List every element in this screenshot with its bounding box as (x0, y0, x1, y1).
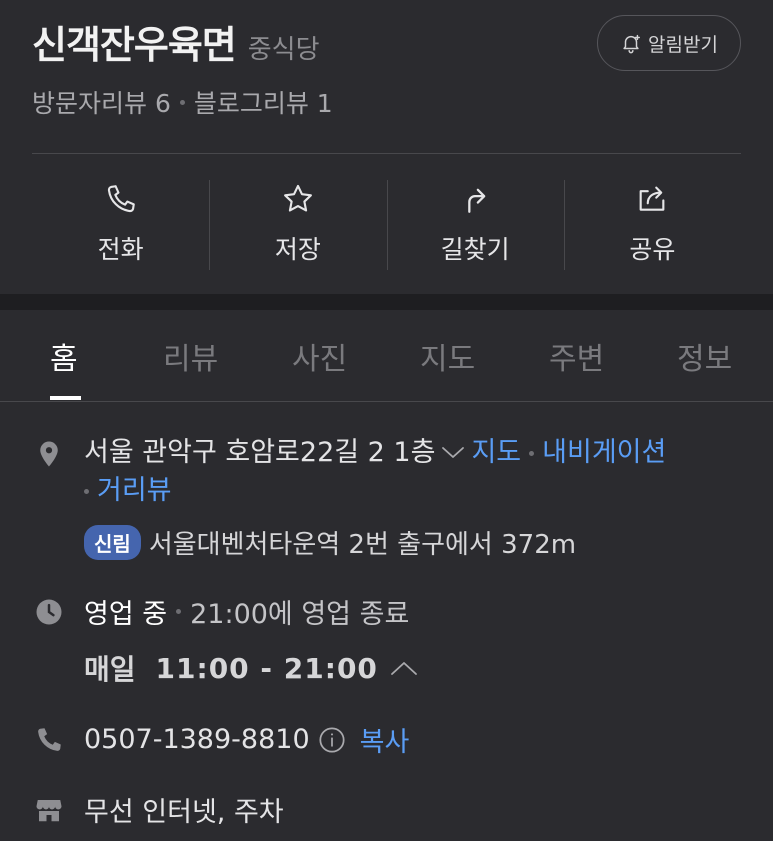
notify-button[interactable]: 알림받기 (597, 15, 741, 71)
title-row: 신객잔우육면 중식당 (32, 14, 320, 69)
share-label: 공유 (629, 235, 676, 264)
address-row: 서울 관악구 호암로22길 2 1층 지도 내비게이션거리뷰 (84, 434, 744, 510)
daily-hours: 매일 11:00 - 21:00 (84, 648, 418, 688)
notify-label: 알림받기 (648, 33, 718, 56)
subway-line-badge: 신림 (84, 525, 141, 560)
address-text[interactable]: 서울 관악구 호암로22길 2 1층 (84, 437, 435, 468)
business-hours-row[interactable]: 영업 중 21:00에 영업 종료 (84, 592, 409, 631)
phone-number[interactable]: 0507-1389-8810 (84, 724, 310, 755)
directions-label: 길찾기 (440, 235, 510, 264)
separator-dot (179, 99, 185, 105)
tab-map[interactable]: 지도 (420, 334, 475, 378)
call-button[interactable]: 전화 (32, 178, 209, 270)
facilities-text: 무선 인터넷, 주차 (84, 797, 284, 828)
separator-dot (176, 609, 182, 614)
tab-photos[interactable]: 사진 (292, 334, 347, 378)
daily-time: 11:00 - 21:00 (155, 651, 378, 685)
station-directions: 서울대벤처타운역 2번 출구에서 372m (148, 530, 577, 560)
separator-dot (529, 451, 535, 456)
phone-icon (38, 728, 61, 751)
open-status: 영업 중 (84, 599, 168, 630)
navigation-link[interactable]: 내비게이션 (542, 437, 666, 468)
tab-home[interactable]: 홈 (50, 334, 78, 378)
info-circle-icon[interactable] (318, 726, 346, 754)
phone-icon (107, 185, 135, 213)
place-header: 신객잔우육면 중식당 알림받기 방문자리뷰 6 블로그리뷰 1 전화 저장 길찾… (0, 0, 773, 294)
review-counts: 방문자리뷰 6 블로그리뷰 1 (32, 84, 333, 120)
map-link[interactable]: 지도 (471, 437, 521, 468)
streetview-link[interactable]: 거리뷰 (97, 475, 172, 506)
share-button[interactable]: 공유 (563, 178, 741, 270)
active-tab-indicator (50, 396, 81, 400)
copy-button[interactable]: 복사 (360, 720, 410, 759)
daily-label: 매일 (84, 653, 136, 686)
station-info: 신림 서울대벤처타운역 2번 출구에서 372m (84, 524, 576, 561)
save-label: 저장 (274, 235, 321, 264)
chevron-down-icon[interactable] (441, 444, 465, 460)
place-category: 중식당 (247, 35, 320, 65)
bell-icon (623, 34, 641, 54)
blog-reviews-link[interactable]: 블로그리뷰 1 (194, 84, 333, 120)
visitor-reviews-link[interactable]: 방문자리뷰 6 (32, 84, 171, 120)
tab-bar: 홈 리뷰 사진 지도 주변 정보 (0, 310, 773, 402)
closing-time: 21:00에 영업 종료 (190, 599, 410, 630)
section-separator (0, 294, 773, 310)
directions-button[interactable]: 길찾기 (386, 178, 564, 270)
save-button[interactable]: 저장 (209, 178, 386, 270)
directions-arrow-icon (468, 188, 486, 213)
star-icon (283, 184, 312, 212)
separator-dot (84, 489, 89, 494)
action-bar: 전화 저장 길찾기 공유 (32, 178, 741, 270)
clock-icon (36, 599, 62, 625)
tab-info[interactable]: 정보 (677, 334, 732, 378)
place-title: 신객잔우육면 (32, 23, 237, 67)
divider (32, 153, 741, 154)
phone-row: 0507-1389-8810 복사 (84, 720, 409, 759)
call-label: 전화 (97, 235, 144, 264)
location-pin-icon (40, 441, 58, 467)
store-icon (36, 800, 62, 822)
chevron-up-icon[interactable] (390, 659, 418, 677)
share-icon (639, 186, 665, 211)
tab-reviews[interactable]: 리뷰 (163, 334, 218, 378)
tab-nearby[interactable]: 주변 (549, 334, 604, 378)
